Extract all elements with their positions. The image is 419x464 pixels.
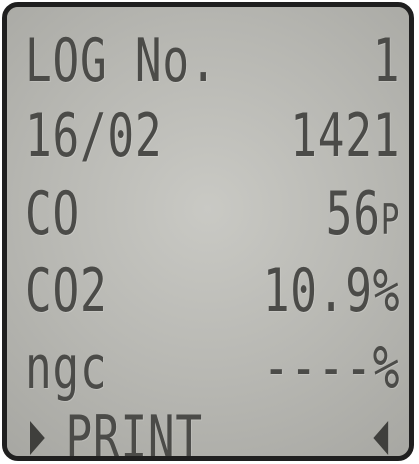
co-unit: P [380,195,401,244]
co2-label: CO2 [25,256,108,326]
device-display: LOG No. 1 16/02 1421 CO 56P CO2 10.9% ng… [0,0,419,464]
triangle-right-icon [30,421,45,455]
ngc-value: ----% [262,333,401,403]
print-row[interactable]: PRINT [30,399,389,461]
co2-value: 10.9% [262,256,401,326]
log-number-row: LOG No. 1 [25,22,400,100]
ngc-label: ngc [25,333,108,403]
co2-row: CO2 10.9% [25,252,400,330]
date-time-row: 16/02 1421 [25,97,400,175]
triangle-left-icon [373,421,389,455]
co-value: 56 [325,179,381,249]
print-control[interactable]: PRINT [30,403,203,461]
log-number-value: 1 [372,26,401,96]
lcd-screen: LOG No. 1 16/02 1421 CO 56P CO2 10.9% ng… [7,7,409,456]
date-value: 16/02 [25,101,163,171]
co-reading: 56P [326,184,400,244]
time-value: 1421 [290,101,401,171]
co-row: CO 56P [25,175,400,253]
log-label: LOG No. [25,26,218,96]
print-label: PRINT [65,403,203,461]
co-label: CO [25,179,80,249]
ngc-row: ngc ----% [25,329,400,407]
display-bezel: LOG No. 1 16/02 1421 CO 56P CO2 10.9% ng… [2,2,414,461]
